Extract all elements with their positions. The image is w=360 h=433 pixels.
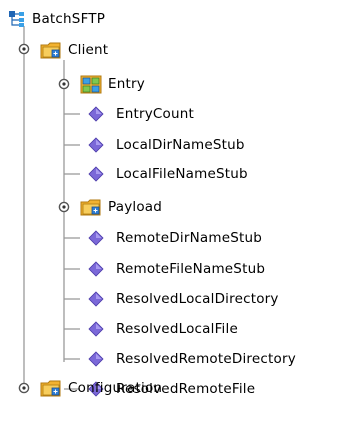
configuration-label: Configuration xyxy=(68,380,163,396)
tree-node-resolvedlocaldirectory[interactable]: ResolvedLocalDirectory xyxy=(88,286,279,312)
folder-node-icon xyxy=(40,377,62,399)
tree-structure-icon xyxy=(8,10,26,28)
field-label: ResolvedLocalDirectory xyxy=(116,291,279,307)
field-diamond-icon xyxy=(88,291,104,307)
field-diamond-icon xyxy=(88,261,104,277)
tree-node-payload[interactable]: Payload xyxy=(80,194,162,220)
field-label: RemoteFileNameStub xyxy=(116,261,266,277)
field-label: LocalFileNameStub xyxy=(116,166,248,182)
folder-node-icon xyxy=(40,39,62,61)
tree-node-entrycount[interactable]: EntryCount xyxy=(88,101,194,127)
payload-expand-toggle[interactable] xyxy=(58,201,70,213)
tree-node-remotefilenamestub[interactable]: RemoteFileNameStub xyxy=(88,256,265,282)
field-label: ResolvedLocalFile xyxy=(116,321,238,337)
tree-node-remotedirnamestub[interactable]: RemoteDirNameStub xyxy=(88,225,262,251)
folder-node-icon xyxy=(80,196,102,218)
client-collapse-toggle[interactable] xyxy=(18,43,30,55)
tree-node-root[interactable]: BatchSFTP xyxy=(8,6,105,32)
tree-node-client[interactable]: Client xyxy=(40,37,108,63)
tree-view: BatchSFTP Client Entry EntryCount LocalD… xyxy=(0,0,360,433)
client-label: Client xyxy=(68,42,109,58)
configuration-expand-toggle[interactable] xyxy=(18,382,30,394)
field-label: ResolvedRemoteDirectory xyxy=(116,351,296,367)
field-diamond-icon xyxy=(88,166,104,182)
field-diamond-icon xyxy=(88,230,104,246)
payload-label: Payload xyxy=(108,199,163,215)
field-label: EntryCount xyxy=(116,106,195,122)
field-label: LocalDirNameStub xyxy=(116,137,245,153)
tree-node-localfilenamestub[interactable]: LocalFileNameStub xyxy=(88,161,248,187)
field-label: RemoteDirNameStub xyxy=(116,230,263,246)
field-diamond-icon xyxy=(88,106,104,122)
field-diamond-icon xyxy=(88,351,104,367)
entry-label: Entry xyxy=(108,76,145,92)
tree-node-resolvedremotedirectory[interactable]: ResolvedRemoteDirectory xyxy=(88,346,296,372)
entry-expand-toggle[interactable] xyxy=(58,78,70,90)
tree-node-configuration[interactable]: Configuration xyxy=(40,375,162,401)
group-node-icon xyxy=(80,73,102,95)
tree-node-entry[interactable]: Entry xyxy=(80,71,145,97)
field-diamond-icon xyxy=(88,137,104,153)
tree-node-resolvedlocalfile[interactable]: ResolvedLocalFile xyxy=(88,316,238,342)
field-diamond-icon xyxy=(88,321,104,337)
root-label: BatchSFTP xyxy=(32,11,106,27)
tree-node-localdirnamestub[interactable]: LocalDirNameStub xyxy=(88,132,245,158)
